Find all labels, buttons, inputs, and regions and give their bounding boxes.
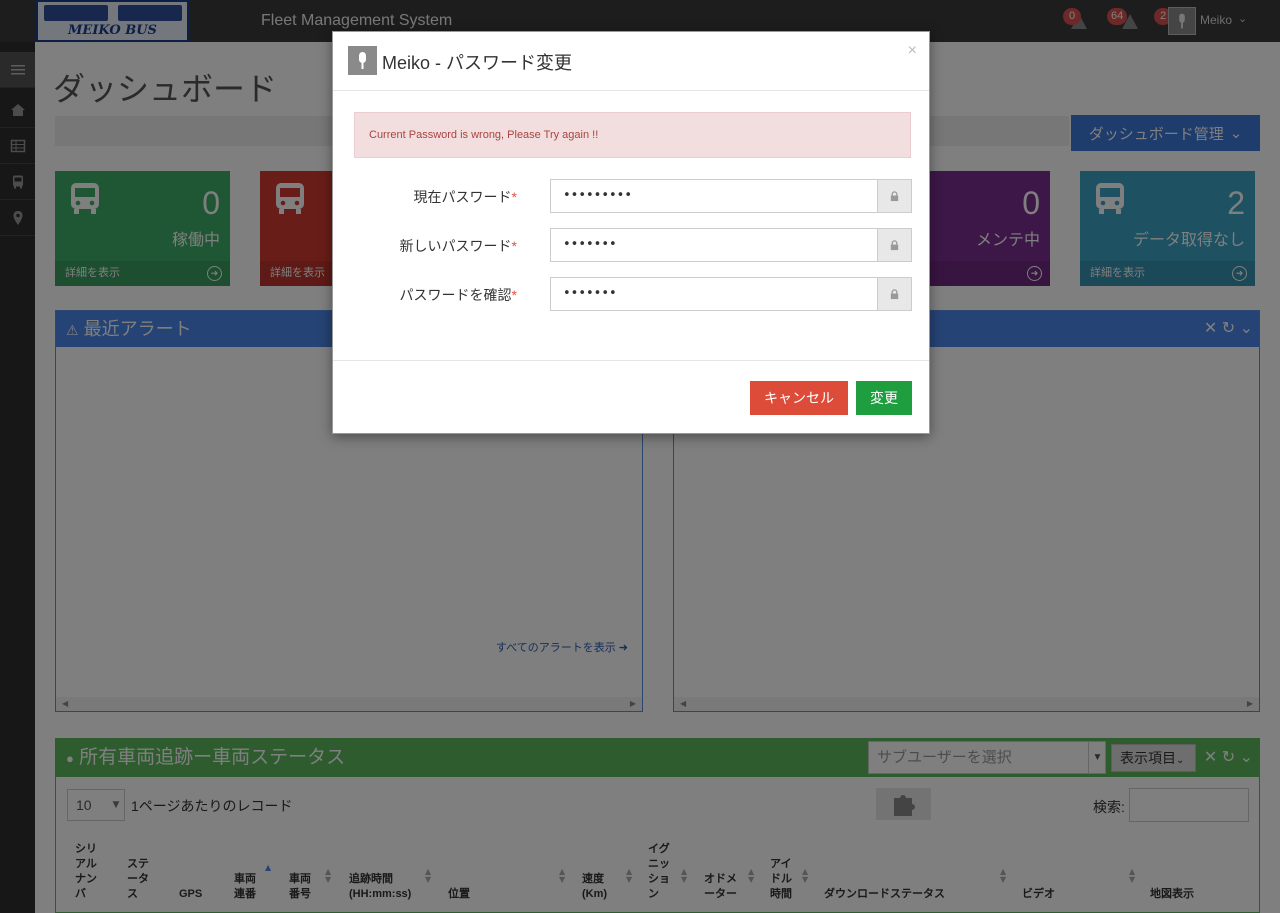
user-avatar (348, 46, 377, 75)
new-password-label: 新しいパスワード* (400, 236, 517, 256)
new-password-input[interactable]: ••••••• (550, 228, 878, 262)
required-mark: * (511, 238, 517, 254)
modal-title-user: Meiko (382, 53, 431, 73)
lock-icon (878, 179, 912, 213)
field-label-text: パスワードを確認 (399, 287, 512, 303)
modal-title-text: パスワード変更 (446, 53, 573, 73)
modal-footer-divider (333, 360, 929, 361)
confirm-password-input[interactable]: ••••••• (550, 277, 878, 311)
current-password-label: 現在パスワード* (414, 187, 517, 207)
lock-icon (878, 277, 912, 311)
required-mark: * (511, 189, 517, 205)
submit-change-button[interactable]: 変更 (856, 381, 912, 415)
current-password-input[interactable]: ••••••••• (550, 179, 878, 213)
error-alert: Current Password is wrong, Please Try ag… (354, 112, 911, 158)
lock-icon (878, 228, 912, 262)
modal-header: Meiko - パスワード変更 × (333, 32, 929, 91)
required-mark: * (511, 287, 517, 303)
close-icon[interactable]: × (908, 42, 917, 60)
field-label-text: 現在パスワード (413, 189, 512, 205)
field-label-text: 新しいパスワード (399, 238, 512, 254)
cancel-button[interactable]: キャンセル (750, 381, 848, 415)
change-password-modal: Meiko - パスワード変更 × Current Password is wr… (332, 31, 930, 434)
confirm-password-label: パスワードを確認* (400, 285, 517, 305)
modal-title: Meiko - パスワード変更 (382, 53, 573, 73)
